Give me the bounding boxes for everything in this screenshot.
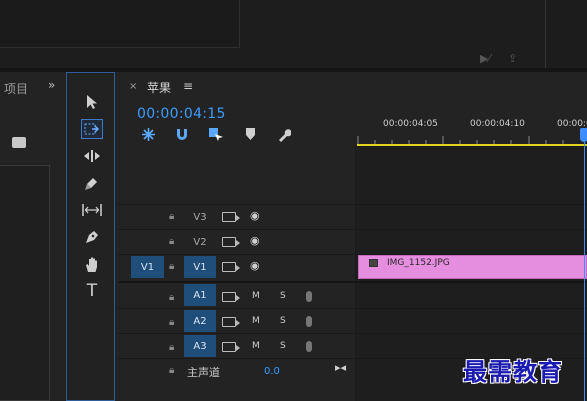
project-list[interactable] <box>0 165 50 401</box>
master-volume-value[interactable]: 0.0 <box>264 366 280 377</box>
hand-tool-icon[interactable] <box>81 254 103 274</box>
microphone-icon[interactable] <box>306 341 312 352</box>
slip-tool-icon[interactable] <box>81 200 103 220</box>
mute-button[interactable]: M <box>252 316 260 326</box>
lock-icon[interactable]: 🔒︎ <box>169 292 174 303</box>
project-panel-tab[interactable]: 项目 <box>4 80 28 97</box>
camera-icon[interactable] <box>222 212 240 222</box>
row-separator <box>118 204 587 205</box>
playhead-handle[interactable] <box>580 128 587 142</box>
video-audio-divider <box>118 281 587 283</box>
eye-icon[interactable]: ◉ <box>250 259 260 272</box>
tools-panel: T <box>66 72 115 401</box>
watermark: 最需教育 <box>463 357 563 386</box>
sync-lock-icon[interactable] <box>222 292 240 302</box>
mute-button[interactable]: M <box>252 341 260 351</box>
microphone-icon[interactable] <box>306 291 312 302</box>
go-to-end-icon[interactable]: ▸◂ <box>335 361 346 374</box>
selection-tool-icon[interactable] <box>81 92 103 112</box>
track-label-v2[interactable]: V2 <box>184 231 216 253</box>
sync-lock-icon[interactable] <box>222 342 240 352</box>
linked-selection-icon[interactable] <box>209 128 223 145</box>
row-separator <box>118 308 587 309</box>
mute-button[interactable]: M <box>252 291 260 301</box>
master-track-label: 主声道 <box>187 366 220 379</box>
solo-button[interactable]: S <box>280 341 286 351</box>
track-label-a1[interactable]: A1 <box>184 284 216 306</box>
lock-icon[interactable]: 🔒︎ <box>169 211 174 222</box>
fx-badge-icon <box>369 259 378 267</box>
eye-icon[interactable]: ◉ <box>250 234 260 247</box>
ripple-edit-tool-icon[interactable] <box>81 146 103 166</box>
playhead-timecode[interactable]: 00:00:04:15 <box>137 106 226 122</box>
clip-name: IMG_1152.JPG <box>387 258 450 268</box>
snap-magnet-icon[interactable] <box>176 128 188 145</box>
source-patch-v1[interactable]: V1 <box>131 256 164 278</box>
insert-icon[interactable]: ⇪ <box>508 52 517 65</box>
lock-icon[interactable]: 🔒︎ <box>169 365 174 376</box>
type-tool-icon[interactable]: T <box>81 281 103 301</box>
camera-icon[interactable] <box>222 262 240 272</box>
program-monitor-edge <box>545 0 587 70</box>
close-icon[interactable]: × <box>129 81 137 92</box>
eye-icon[interactable]: ◉ <box>250 209 260 222</box>
track-label-a2[interactable]: A2 <box>184 310 216 332</box>
export-frame-icon[interactable]: ▶⁄ <box>480 52 490 65</box>
header-divider <box>355 146 356 401</box>
camera-icon[interactable] <box>222 237 240 247</box>
track-label-v1[interactable]: V1 <box>184 256 216 278</box>
wrench-icon[interactable] <box>277 128 292 146</box>
pen-tool-icon[interactable] <box>81 227 103 247</box>
track-label-v3[interactable]: V3 <box>184 206 216 228</box>
lock-icon[interactable]: 🔒︎ <box>169 236 174 247</box>
nest-insert-icon[interactable] <box>142 128 155 145</box>
source-monitor <box>0 0 240 48</box>
lock-icon[interactable]: 🔒︎ <box>169 317 174 328</box>
time-ruler[interactable] <box>357 134 587 144</box>
solo-button[interactable]: S <box>280 316 286 326</box>
solo-button[interactable]: S <box>280 291 286 301</box>
panel-overflow-icon[interactable]: » <box>48 78 55 92</box>
sequence-tab-title[interactable]: 苹果 <box>147 79 171 96</box>
ruler-time-label: 00:00:04:05 <box>383 119 438 129</box>
track-select-forward-tool-icon[interactable] <box>81 119 103 139</box>
add-marker-icon[interactable] <box>246 128 255 144</box>
sync-lock-icon[interactable] <box>222 317 240 327</box>
lock-icon[interactable]: 🔒︎ <box>169 342 174 353</box>
track-label-a3[interactable]: A3 <box>184 335 216 357</box>
find-icon[interactable] <box>12 137 26 148</box>
row-separator <box>118 333 587 334</box>
row-separator <box>118 229 587 230</box>
playhead-line[interactable] <box>584 142 585 401</box>
panel-menu-icon[interactable]: ≡ <box>183 79 193 93</box>
microphone-icon[interactable] <box>306 316 312 327</box>
razor-tool-icon[interactable] <box>81 173 103 193</box>
lock-icon[interactable]: 🔒︎ <box>169 261 174 272</box>
ruler-time-label: 00:00:04:10 <box>470 119 525 129</box>
